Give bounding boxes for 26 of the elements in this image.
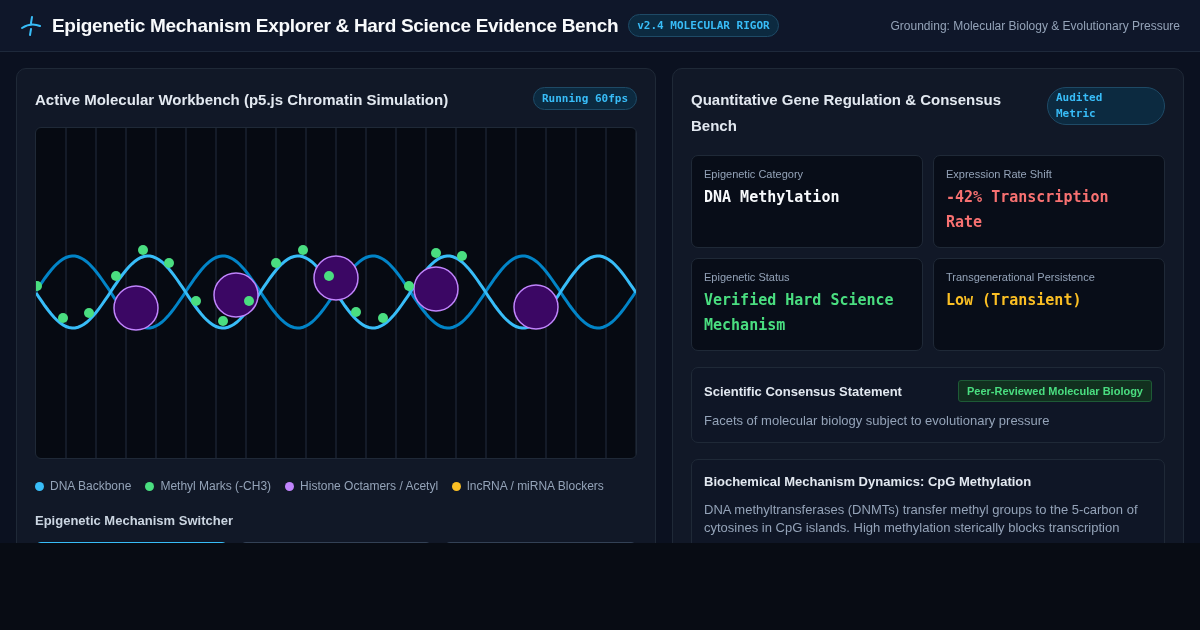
metric-label: Epigenetic Status: [704, 271, 791, 283]
metric-value: DNA Methylation: [704, 187, 841, 208]
consensus-text: Facets of molecular biology subject to evolutionary pressure: [704, 412, 1051, 430]
card-title: Biochemical Mechanism Dynamics: CpG Methylation: [704, 474, 1033, 489]
helix-logo-icon: [20, 14, 42, 37]
app-title: Epigenetic Mechanism Explorer & Hard Science Evidence Bench: [52, 14, 619, 37]
metric-value: Verified Hard Science Mechanism: [704, 290, 895, 336]
legend-label: lncRNA / miRNA Blockers: [467, 479, 604, 493]
legend-label: Methyl Marks (-CH3): [160, 479, 272, 493]
grounding-note: Grounding: Molecular Biology & Evolutionary Pressure: [890, 18, 1180, 33]
audited-badge: Audited Metric: [1047, 87, 1165, 125]
version-badge: v2.4 MOLECULAR RIGOR: [628, 14, 779, 37]
status-badge: Running 60fps: [532, 87, 637, 110]
legend-label: Histone Octamers / Acetyl: [300, 479, 439, 493]
section-title: Epigenetic Mechanism Switcher: [35, 513, 234, 528]
panel-title: Active Molecular Workbench (p5.js Chromatin Simulation): [35, 90, 449, 110]
metric-value: Low (Transient): [946, 290, 1083, 311]
metric-label: Transgenerational Persistence: [946, 271, 1096, 283]
metric-label: Epigenetic Category: [704, 168, 805, 180]
dynamics-text: DNA methyltransferases (DNMTs) transfer methyl groups to the 5-carbon of cytosines in CpG islands. High methylation sterically blocks transcription: [704, 501, 1139, 537]
legend-label: DNA Backbone: [50, 479, 132, 493]
metric-value: -42% Transcription Rate: [946, 187, 1110, 233]
panel-title: Quantitative Gene Regulation & Consensus Bench: [691, 90, 1003, 136]
card-title: Scientific Consensus Statement: [704, 383, 902, 399]
peer-reviewed-badge: Peer-Reviewed Molecular Biology: [957, 380, 1152, 402]
metric-label: Expression Rate Shift: [946, 168, 1053, 180]
